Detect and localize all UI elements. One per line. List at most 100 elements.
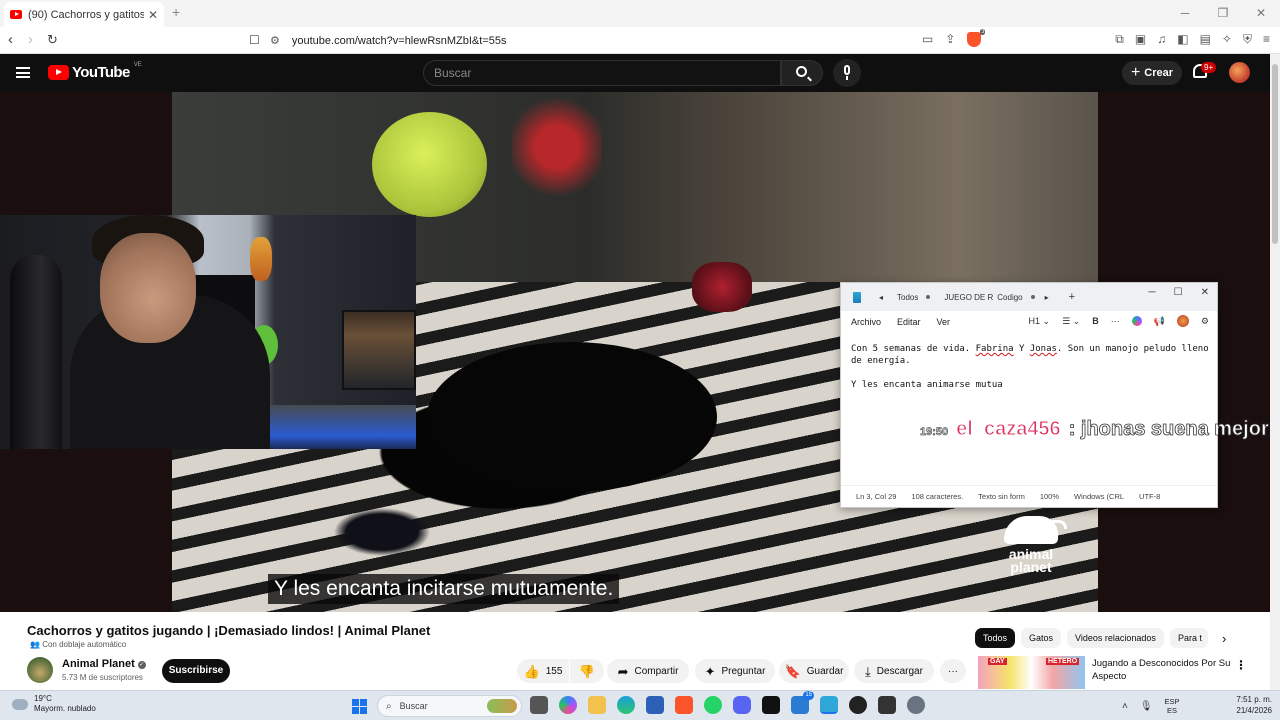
wallet2-icon[interactable]: ▤ [1200,32,1211,47]
watermark-text: animal planet [1008,546,1054,575]
file-explorer-icon[interactable] [588,696,606,714]
media-icon[interactable]: ♫ [1157,32,1166,47]
menu-editar[interactable]: Editar [897,317,921,327]
cast-icon[interactable]: ▭ [922,32,933,47]
site-info-icon[interactable]: ⚙ [270,34,280,47]
notepad-tab-todos[interactable]: Todos [897,293,918,302]
browser-tab[interactable]: (90) Cachorros y gatitos jugando ✕ [4,2,164,27]
notepad-tab-juego[interactable]: JUEGO DE R [944,293,993,302]
menu-ver[interactable]: Ver [937,317,951,327]
whatsapp-icon[interactable] [704,696,722,714]
start-windows-icon[interactable] [352,699,367,714]
store-icon[interactable] [646,696,664,714]
create-button[interactable]: + Crear [1122,61,1182,85]
notepad-minimize-icon[interactable]: ─ [1149,287,1156,298]
save-button[interactable]: 🔖 Guardar [779,659,849,683]
new-tab-icon[interactable]: + [172,4,180,20]
address-bar[interactable]: ⚙ youtube.com/watch?v=hlewRsnMZbI&t=55s [270,30,990,51]
wallet-icon[interactable]: ▣ [1135,32,1146,47]
back-icon[interactable]: ‹ [8,31,13,49]
forward-icon[interactable]: › [28,31,33,49]
channel-avatar[interactable] [27,657,53,683]
discord-icon[interactable] [733,696,751,714]
menu-archivo[interactable]: Archivo [851,317,881,327]
chips-next-icon[interactable]: › [1222,631,1226,646]
notepad-close-icon[interactable]: ✕ [1201,287,1209,298]
page-scrollbar[interactable] [1270,54,1280,690]
like-button[interactable]: 👍 155 [517,659,569,683]
settings-taskbar-icon[interactable] [907,696,925,714]
line-ending[interactable]: Windows (CRL [1074,492,1124,501]
input-language[interactable]: ESP ES [1165,697,1180,715]
obs-icon[interactable] [849,696,867,714]
menu-icon[interactable]: ≡ [1263,32,1270,47]
tab-scroll-left-icon[interactable]: ◂ [879,293,883,302]
tiktok-icon[interactable] [762,696,780,714]
clock-time: 7:51 p. m. [1236,695,1272,704]
taskbar-search[interactable]: ⌕ Buscar [377,695,522,717]
chip-para-ti[interactable]: Para t [1169,628,1208,648]
notepad-maximize-icon[interactable]: ☐ [1174,287,1183,298]
tab-scroll-right-icon[interactable]: ▸ [1045,293,1049,302]
search-input[interactable]: Buscar [423,60,781,86]
ms-store-icon[interactable]: 15 [791,691,814,714]
edge-icon[interactable] [617,696,635,714]
share-button[interactable]: ➦ Compartir [607,659,689,683]
recommended-title[interactable]: Jugando a Desconocidos Por Su Aspecto [1092,657,1232,683]
recommended-more-icon[interactable]: ⋮ [1235,658,1247,672]
task-view-icon[interactable] [530,696,548,714]
new-notepad-tab-icon[interactable]: + [1069,291,1075,303]
taskbar-clock[interactable]: 7:51 p. m. 21/4/2026 [1228,694,1272,716]
notepad-text-area[interactable]: Con 5 semanas de vida. Fabrina Y Jonas. … [851,343,1211,391]
copilot-taskbar-icon[interactable] [559,696,577,714]
zoom-level[interactable]: 100% [1040,492,1059,501]
vpn-icon[interactable]: ⛨ [1243,32,1252,47]
bold-button[interactable]: B [1092,316,1099,326]
chip-todos[interactable]: Todos [975,628,1016,648]
close-tab-icon[interactable]: ✕ [148,8,158,22]
more-actions-button[interactable]: ··· [940,659,966,683]
more-options-icon[interactable]: ··· [1111,316,1120,326]
chip-gatos[interactable]: Gatos [1021,628,1062,648]
notepad-taskbar-icon[interactable] [820,696,838,714]
sidebar-icon[interactable]: ◧ [1177,32,1188,47]
voice-search-button[interactable] [833,59,861,87]
extensions-icon[interactable]: ⧉ [1115,32,1124,47]
guide-menu-icon[interactable] [16,67,30,78]
notepad-tab-codigo[interactable]: Codigo [997,293,1022,302]
share-page-icon[interactable]: ⇪ [945,32,955,47]
heading-select[interactable]: H1 ⌄ [1029,316,1051,327]
microphone-tray-icon[interactable]: 🎙 [1140,701,1153,712]
reload-icon[interactable]: ↻ [47,31,58,49]
notepad-account-avatar[interactable] [1176,315,1189,327]
download-button[interactable]: ⤓ Descargar [854,659,934,683]
recommended-thumbnail[interactable]: GAY HETERO [978,656,1085,689]
encoding[interactable]: UTF-8 [1139,492,1160,501]
brave-shields-icon[interactable]: 3 [967,29,986,47]
account-avatar[interactable] [1229,62,1250,83]
weather-widget[interactable]: 19°C Mayorm. nublado [12,694,96,714]
channel-name[interactable]: Animal Planet ✓ [62,658,146,670]
clock-date: 21/4/2026 [1236,706,1272,715]
minimize-icon[interactable]: ─ [1166,0,1204,27]
leo-ai-icon[interactable]: ✧ [1222,32,1232,47]
dislike-button[interactable]: 👎 [570,659,604,683]
scrollbar-thumb[interactable] [1272,64,1278,244]
stream-chat-message: 19:50 el_caza456 : jhonas suena mejor [920,418,1269,448]
search-button[interactable] [781,60,823,86]
youtube-logo[interactable]: YouTube VE [48,62,142,81]
copilot-icon[interactable] [1131,316,1142,326]
ask-button[interactable]: ✦ Preguntar [695,659,775,683]
restore-icon[interactable]: ❐ [1204,0,1242,27]
text-format[interactable]: Texto sin form [978,492,1025,501]
close-window-icon[interactable]: ✕ [1242,0,1280,27]
bookmark-icon[interactable]: ☐ [249,31,260,49]
subscribe-button[interactable]: Suscribirse [162,659,230,683]
chip-videos-relacionados[interactable]: Videos relacionados [1067,628,1164,648]
list-format-icon[interactable]: ☰ ⌄ [1062,316,1080,327]
notepad-settings-icon[interactable]: ⚙ [1201,316,1209,327]
capcut-icon[interactable] [878,696,896,714]
announce-icon[interactable]: 📢 [1154,316,1165,327]
brave-taskbar-icon[interactable] [675,696,693,714]
tray-overflow-icon[interactable]: ˄ [1122,701,1128,712]
